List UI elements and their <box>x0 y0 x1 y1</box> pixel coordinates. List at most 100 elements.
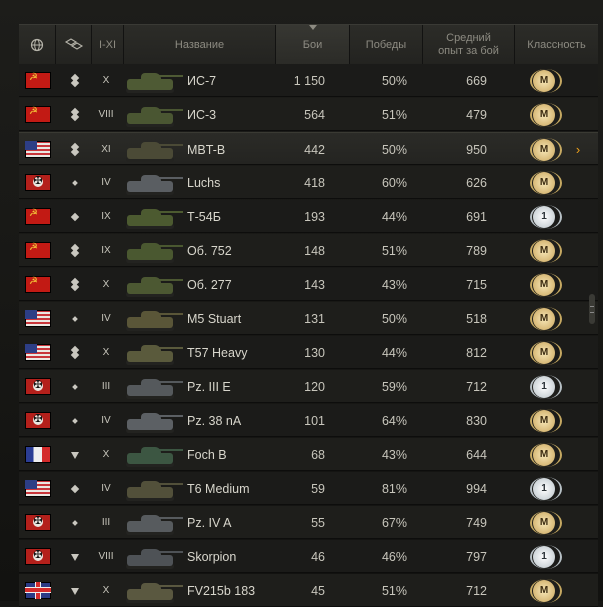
td-tank-icon <box>69 585 81 597</box>
mastery-badge-icon: 1 <box>530 374 562 399</box>
tier-label: XI <box>101 144 111 155</box>
mastery-cell: M <box>529 438 562 471</box>
battles-value: 418 <box>304 175 325 190</box>
mastery-badge-icon: M <box>530 238 562 263</box>
tank-image-icon <box>123 203 183 231</box>
table-row[interactable]: X FV215b 183 45 51% 712 M <box>19 574 598 607</box>
column-wins[interactable]: Победы <box>350 25 423 65</box>
tank-gun <box>159 584 183 587</box>
table-row[interactable]: IV Luchs 418 60% 626 M <box>19 166 598 199</box>
table-row[interactable]: X T57 Heavy 130 44% 812 M <box>19 336 598 369</box>
mastery-cell: M <box>529 574 562 607</box>
table-row[interactable]: XI MBT-B 442 50% 950 M › <box>19 132 598 165</box>
tank-gun <box>159 516 183 519</box>
tank-thumbnail <box>123 574 189 607</box>
tank-thumbnail <box>123 133 189 166</box>
wins-value: 50% <box>381 311 407 326</box>
tank-image-icon <box>123 339 183 367</box>
nation-flag-icon <box>25 480 51 497</box>
mastery-badge-icon: M <box>530 408 562 433</box>
table-row[interactable]: III Pz. IV A 55 67% 749 M <box>19 506 598 539</box>
nation-cell <box>25 438 53 471</box>
avg-xp-value: 644 <box>466 447 487 462</box>
table-row[interactable]: IV T6 Medium 59 81% 994 1 <box>19 472 598 505</box>
wins-value: 59% <box>381 379 407 394</box>
table-row[interactable]: III Pz. III E 120 59% 712 1 <box>19 370 598 403</box>
tank-image-icon <box>123 101 183 129</box>
tank-turret <box>141 72 161 82</box>
tank-thumbnail <box>123 64 189 97</box>
tank-turret <box>141 446 161 456</box>
table-row[interactable]: IX Об. 752 148 51% 789 M <box>19 234 598 267</box>
mastery-badge-icon: M <box>530 306 562 331</box>
scrollbar[interactable] <box>586 24 598 601</box>
tier-label: X <box>102 279 110 290</box>
column-avg-xp[interactable]: Средний опыт за бой <box>423 25 515 65</box>
nation-flag-icon <box>25 276 51 293</box>
table-header: I-XI Название Бои Победы Средний опыт за… <box>19 24 598 66</box>
column-vehicle-type[interactable] <box>56 25 92 65</box>
tank-turret <box>141 344 161 354</box>
tank-turret <box>141 514 161 524</box>
table-row[interactable]: X Об. 277 143 43% 715 M <box>19 268 598 301</box>
vehicle-type-cell <box>67 234 83 267</box>
column-tier[interactable]: I-XI <box>92 25 124 65</box>
battles-value: 1 150 <box>293 73 325 88</box>
tank-gun <box>159 176 183 179</box>
tier-label: IV <box>101 177 111 188</box>
nation-flag-icon <box>25 344 51 361</box>
vehicle-type-cell <box>67 200 83 233</box>
wins-value: 46% <box>381 549 407 564</box>
column-avg-xp-label-line1: Средний <box>446 32 491 44</box>
avg-xp-value: 518 <box>466 311 487 326</box>
nation-cell <box>25 574 53 607</box>
vehicle-type-cell <box>67 540 83 573</box>
vehicle-type-cell <box>67 370 83 403</box>
tank-turret <box>141 582 161 592</box>
table-row[interactable]: X Foch B 68 43% 644 M <box>19 438 598 471</box>
tank-turret <box>141 412 161 422</box>
wins-value: 60% <box>381 175 407 190</box>
table-row[interactable]: IX Т-54Б 193 44% 691 1 <box>19 200 598 233</box>
tank-image-icon <box>123 305 183 333</box>
avg-xp-value: 712 <box>466 379 487 394</box>
tank-gun <box>159 74 183 77</box>
light-tank-icon <box>69 177 81 189</box>
tank-thumbnail <box>123 540 189 573</box>
column-battles-label: Бои <box>302 38 323 51</box>
sort-descending-icon <box>308 25 317 30</box>
avg-xp-value: 715 <box>466 277 487 292</box>
tier-label: VIII <box>98 109 114 120</box>
mastery-badge-icon: M <box>530 510 562 535</box>
tier-label: III <box>101 381 111 392</box>
tank-gun <box>159 414 183 417</box>
tank-image-icon <box>123 577 183 605</box>
mastery-cell: M <box>529 133 562 166</box>
battles-value: 68 <box>311 447 325 462</box>
nation-cell <box>25 98 53 131</box>
table-row[interactable]: IV M5 Stuart 131 50% 518 M <box>19 302 598 335</box>
column-nation[interactable] <box>19 25 56 65</box>
mastery-badge-icon: 1 <box>530 204 562 229</box>
tank-image-icon <box>123 543 183 571</box>
column-battles[interactable]: Бои <box>276 25 350 65</box>
tank-image-icon <box>123 271 183 299</box>
table-row[interactable]: X ИС-7 1 150 50% 669 M <box>19 64 598 97</box>
nation-flag-icon <box>25 548 51 565</box>
nation-cell <box>25 336 53 369</box>
tank-image-icon <box>123 373 183 401</box>
table-row[interactable]: VIII Skorpion 46 46% 797 1 <box>19 540 598 573</box>
nation-cell <box>25 404 53 437</box>
mastery-cell: 1 <box>529 200 562 233</box>
table-row[interactable]: IV Pz. 38 nA 101 64% 830 M <box>19 404 598 437</box>
avg-xp-value: 797 <box>466 549 487 564</box>
tank-turret <box>141 310 161 320</box>
tank-gun <box>159 448 183 451</box>
column-name[interactable]: Название <box>124 25 276 65</box>
heavy-tank-icon <box>69 347 81 359</box>
scrollbar-thumb[interactable] <box>589 294 595 324</box>
nation-flag-icon <box>25 242 51 259</box>
tank-thumbnail <box>123 438 189 471</box>
table-row[interactable]: VIII ИС-3 564 51% 479 M <box>19 98 598 131</box>
tank-thumbnail <box>123 98 189 131</box>
